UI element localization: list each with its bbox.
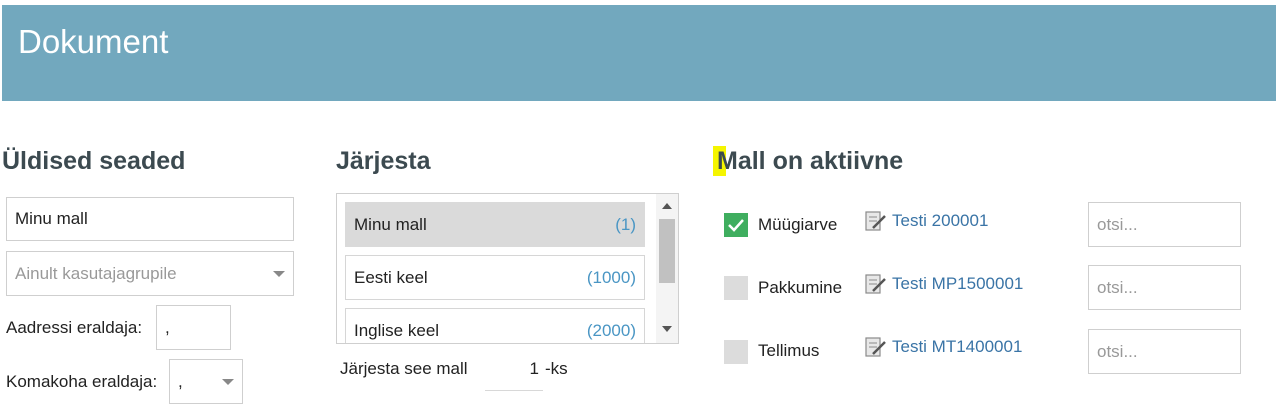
sales-invoice-checkbox[interactable] (724, 213, 748, 237)
page-title: Dokument (18, 23, 169, 60)
sales-invoice-search-input[interactable]: otsi... (1088, 202, 1241, 247)
order-position-label: Järjesta see mall (340, 359, 468, 378)
offer-search-input[interactable]: otsi... (1088, 265, 1241, 310)
order-position-input[interactable]: 1 (485, 355, 543, 391)
list-item[interactable]: Eesti keel (1000) (345, 255, 645, 300)
order-title: Järjesta (336, 147, 431, 175)
decimal-separator-value: , (178, 371, 183, 391)
order-position-suffix: -ks (545, 359, 568, 378)
decimal-separator-select[interactable]: , (169, 359, 243, 404)
chevron-down-icon (222, 378, 234, 385)
scroll-down-icon[interactable] (662, 326, 672, 332)
list-item-label: Eesti keel (354, 267, 428, 287)
page-header: Dokument (2, 5, 1276, 101)
user-group-select[interactable]: Ainult kasutajagrupile (6, 251, 294, 296)
check-icon (728, 219, 744, 232)
template-name-value: Minu mall (15, 209, 88, 228)
search-placeholder: otsi... (1097, 277, 1138, 297)
list-item-count: (2000) (586, 320, 636, 340)
list-item-count: (1) (615, 214, 636, 234)
listbox-scrollbar[interactable] (656, 194, 678, 343)
general-settings-title: Üldised seaded (2, 147, 186, 175)
document-edit-icon[interactable] (864, 210, 888, 232)
sales-invoice-label: Müügiarve (758, 215, 838, 234)
search-placeholder: otsi... (1097, 214, 1138, 234)
offer-link[interactable]: Testi MP1500001 (892, 274, 1023, 294)
order-position-value: 1 (529, 359, 539, 378)
list-item[interactable]: Inglise keel (2000) (345, 308, 645, 343)
order-checkbox[interactable] (724, 340, 748, 364)
scroll-thumb[interactable] (659, 219, 675, 283)
decimal-separator-label: Komakoha eraldaja: (6, 372, 158, 391)
chevron-down-icon (273, 270, 285, 277)
document-edit-icon[interactable] (864, 336, 888, 358)
list-item-label: Minu mall (354, 214, 427, 234)
address-separator-input[interactable]: , (156, 305, 231, 350)
order-row-label: Tellimus (758, 341, 820, 360)
list-item-label: Inglise keel (354, 320, 440, 340)
list-item[interactable]: Minu mall (1) (345, 202, 645, 247)
address-separator-label: Aadressi eraldaja: (6, 318, 143, 337)
order-row-link[interactable]: Testi MT1400001 (892, 337, 1022, 357)
template-active-title: Mall on aktiivne (717, 147, 904, 175)
sales-invoice-link[interactable]: Testi 200001 (892, 211, 988, 231)
template-name-input[interactable]: Minu mall (6, 197, 294, 241)
scroll-up-icon[interactable] (662, 203, 672, 209)
address-separator-value: , (165, 317, 170, 337)
order-row-search-input[interactable]: otsi... (1088, 329, 1241, 374)
offer-label: Pakkumine (758, 278, 843, 297)
order-listbox[interactable]: Minu mall (1) Eesti keel (1000) Inglise … (336, 193, 679, 344)
offer-checkbox[interactable] (724, 276, 748, 300)
list-item-count: (1000) (586, 267, 636, 287)
document-edit-icon[interactable] (864, 273, 888, 295)
user-group-placeholder: Ainult kasutajagrupile (15, 263, 177, 283)
search-placeholder: otsi... (1097, 341, 1138, 361)
